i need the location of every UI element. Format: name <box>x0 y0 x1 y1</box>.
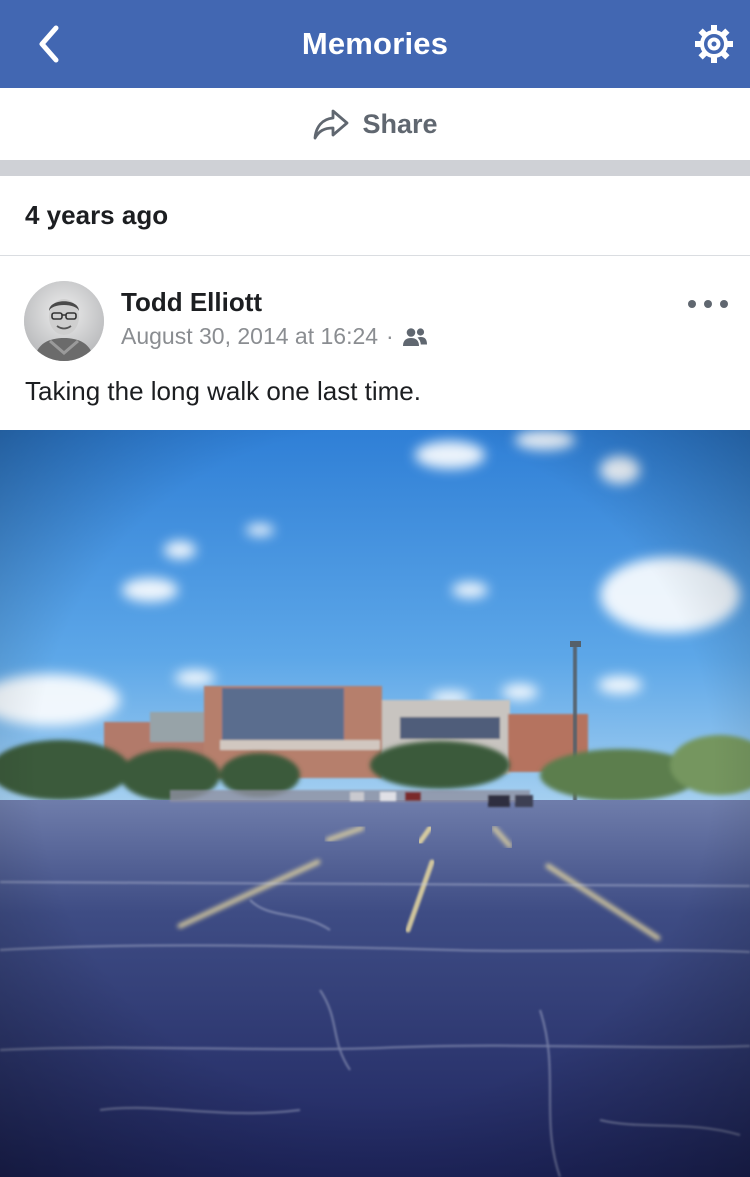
share-label: Share <box>362 108 438 139</box>
share-button[interactable]: Share <box>312 107 438 141</box>
post-photo[interactable] <box>0 430 750 1177</box>
post-text: Taking the long walk one last time. <box>25 376 421 406</box>
share-bar: Share <box>0 88 750 160</box>
more-dot <box>704 300 712 308</box>
top-navbar: Memories <box>0 0 750 88</box>
avatar[interactable] <box>24 281 104 361</box>
section-title: 4 years ago <box>25 200 169 230</box>
gear-icon <box>695 25 733 63</box>
settings-button[interactable] <box>690 20 738 68</box>
post-header: Todd Elliott August 30, 2014 at 16:24 · … <box>0 256 750 430</box>
post-meta: August 30, 2014 at 16:24 · <box>121 323 428 350</box>
friends-icon[interactable] <box>402 327 428 347</box>
memory-section-header: 4 years ago <box>0 176 750 256</box>
post-timestamp[interactable]: August 30, 2014 at 16:24 <box>121 323 378 350</box>
more-dot <box>688 300 696 308</box>
meta-separator: · <box>386 323 394 349</box>
chevron-left-icon <box>39 25 59 63</box>
more-dot <box>720 300 728 308</box>
post-author[interactable]: Todd Elliott <box>121 287 262 318</box>
page-title: Memories <box>301 26 449 61</box>
share-arrow-icon <box>314 109 349 140</box>
more-options-button[interactable] <box>688 292 728 316</box>
back-button[interactable] <box>26 22 70 66</box>
profile-photo <box>24 281 104 361</box>
section-divider <box>0 160 750 176</box>
parking-lot-photo <box>0 430 750 1177</box>
